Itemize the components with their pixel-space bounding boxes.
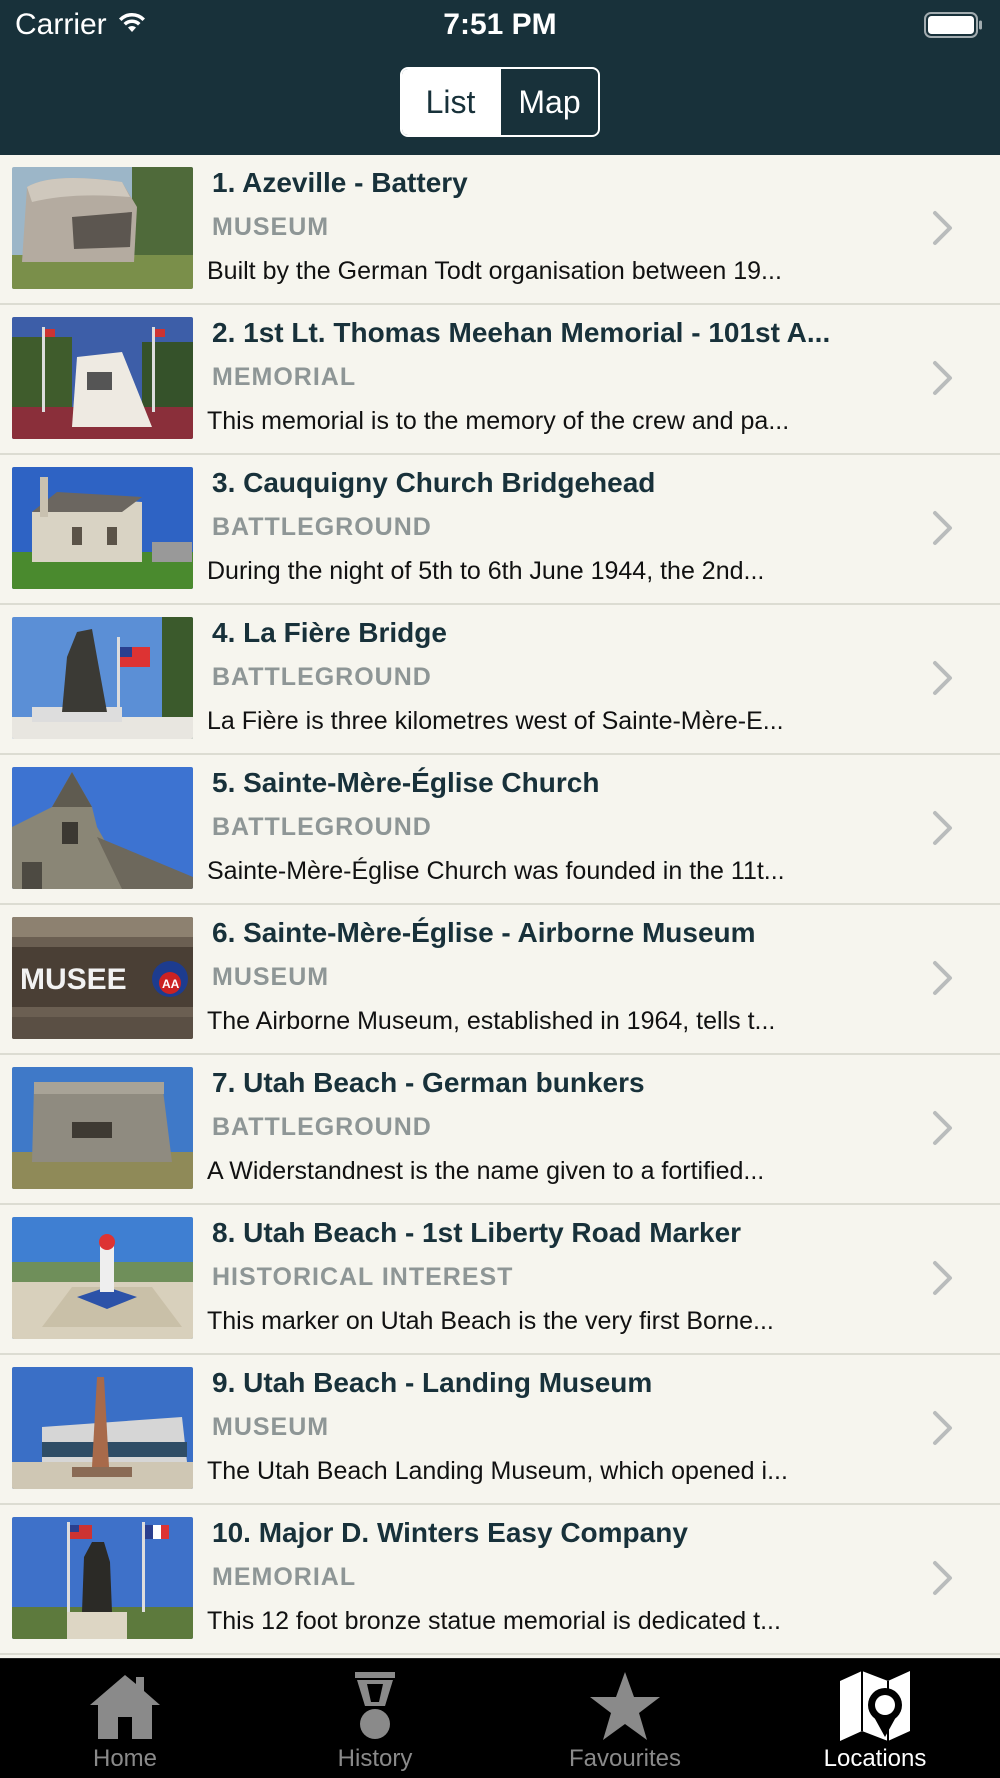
location-category: BATTLEGROUND [212, 813, 432, 841]
location-category: HISTORICAL INTEREST [212, 1263, 514, 1291]
navigation-header: Carrier 7:51 PM List Map [0, 0, 1000, 155]
location-row[interactable]: 2. 1st Lt. Thomas Meehan Memorial - 101s… [0, 305, 1000, 455]
location-description: La Fière is three kilometres west of Sai… [207, 707, 784, 735]
location-category: MUSEUM [212, 213, 330, 241]
location-description: This 12 foot bronze statue memorial is d… [207, 1607, 781, 1635]
location-description: Built by the German Todt organisation be… [207, 257, 782, 285]
location-thumbnail [12, 1067, 193, 1189]
location-category: MUSEUM [212, 963, 330, 991]
chevron-right-icon [933, 361, 952, 395]
location-title: 6. Sainte-Mère-Église - Airborne Museum [212, 917, 756, 948]
location-row[interactable]: 10. Major D. Winters Easy Company MEMORI… [0, 1505, 1000, 1655]
location-description: The Utah Beach Landing Museum, which ope… [207, 1457, 788, 1485]
airborne-badge-text: AA [162, 977, 180, 991]
location-title: 2. 1st Lt. Thomas Meehan Memorial - 101s… [212, 317, 831, 348]
location-title: 8. Utah Beach - 1st Liberty Road Marker [212, 1217, 742, 1248]
tab-label: Home [92, 1745, 158, 1772]
location-row[interactable]: 3. Cauquigny Church Bridgehead BATTLEGRO… [0, 455, 1000, 605]
medal-icon [335, 1669, 415, 1743]
location-category: BATTLEGROUND [212, 1113, 432, 1141]
tab-home[interactable]: Home [0, 1659, 250, 1778]
location-description: A Widerstandnest is the name given to a … [207, 1157, 765, 1185]
chevron-right-icon [933, 1111, 952, 1145]
chevron-right-icon [933, 211, 952, 245]
location-description: This memorial is to the memory of the cr… [207, 407, 790, 435]
chevron-right-icon [933, 661, 952, 695]
location-description: The Airborne Museum, established in 1964… [207, 1007, 776, 1035]
location-category: BATTLEGROUND [212, 663, 432, 691]
tab-label: Locations [823, 1745, 927, 1772]
location-row[interactable]: 7. Utah Beach - German bunkers BATTLEGRO… [0, 1055, 1000, 1205]
location-title: 1. Azeville - Battery [212, 167, 468, 198]
location-title: 4. La Fière Bridge [212, 617, 447, 648]
location-category: MEMORIAL [212, 1563, 357, 1591]
tab-locations[interactable]: Locations [750, 1659, 1000, 1778]
map-pin-icon [835, 1669, 915, 1743]
status-time: 7:51 PM [443, 8, 557, 41]
tab-favourites[interactable]: Favourites [500, 1659, 750, 1778]
chevron-right-icon [933, 1561, 952, 1595]
segment-map[interactable]: Map [499, 69, 598, 135]
chevron-right-icon [933, 1261, 952, 1295]
location-row[interactable]: MUSEE AA 6. Sainte-Mère-Église - Airborn… [0, 905, 1000, 1055]
location-thumbnail [12, 1217, 193, 1339]
location-row[interactable]: 8. Utah Beach - 1st Liberty Road Marker … [0, 1205, 1000, 1355]
location-title: 5. Sainte-Mère-Église Church [212, 767, 600, 798]
location-description: Sainte-Mère-Église Church was founded in… [207, 857, 785, 885]
star-icon [585, 1669, 665, 1743]
chevron-right-icon [933, 1411, 952, 1445]
musee-sign-text: MUSEE [20, 963, 127, 996]
location-thumbnail [12, 467, 193, 589]
list-map-segmented-control[interactable]: List Map [400, 67, 600, 137]
location-title: 10. Major D. Winters Easy Company [212, 1517, 688, 1548]
battery-icon [924, 12, 984, 38]
location-category: BATTLEGROUND [212, 513, 432, 541]
tab-label: Favourites [568, 1745, 682, 1772]
locations-list[interactable]: 1. Azeville - Battery MUSEUM Built by th… [0, 155, 1000, 1658]
segment-list[interactable]: List [402, 69, 499, 135]
location-row[interactable]: 9. Utah Beach - Landing Museum MUSEUM Th… [0, 1355, 1000, 1505]
location-thumbnail [12, 1367, 193, 1489]
chevron-right-icon [933, 511, 952, 545]
location-category: MUSEUM [212, 1413, 330, 1441]
chevron-right-icon [933, 811, 952, 845]
location-description: This marker on Utah Beach is the very fi… [207, 1307, 774, 1335]
tab-label: History [337, 1745, 413, 1772]
location-thumbnail [12, 617, 193, 739]
location-thumbnail [12, 317, 193, 439]
status-bar: Carrier 7:51 PM [0, 0, 1000, 50]
location-thumbnail [12, 1517, 193, 1639]
home-icon [85, 1669, 165, 1743]
location-title: 9. Utah Beach - Landing Museum [212, 1367, 653, 1398]
tab-bar: Home History Favourites Locations [0, 1658, 1000, 1778]
tab-history[interactable]: History [250, 1659, 500, 1778]
location-description: During the night of 5th to 6th June 1944… [207, 557, 765, 585]
location-thumbnail: MUSEE AA [12, 917, 193, 1039]
location-thumbnail [12, 767, 193, 889]
location-category: MEMORIAL [212, 363, 357, 391]
location-title: 7. Utah Beach - German bunkers [212, 1067, 645, 1098]
location-row[interactable]: 5. Sainte-Mère-Église Church BATTLEGROUN… [0, 755, 1000, 905]
location-row[interactable]: 1. Azeville - Battery MUSEUM Built by th… [0, 155, 1000, 305]
chevron-right-icon [933, 961, 952, 995]
location-thumbnail [12, 167, 193, 289]
location-row[interactable]: 4. La Fière Bridge BATTLEGROUND La Fière… [0, 605, 1000, 755]
location-title: 3. Cauquigny Church Bridgehead [212, 467, 656, 498]
